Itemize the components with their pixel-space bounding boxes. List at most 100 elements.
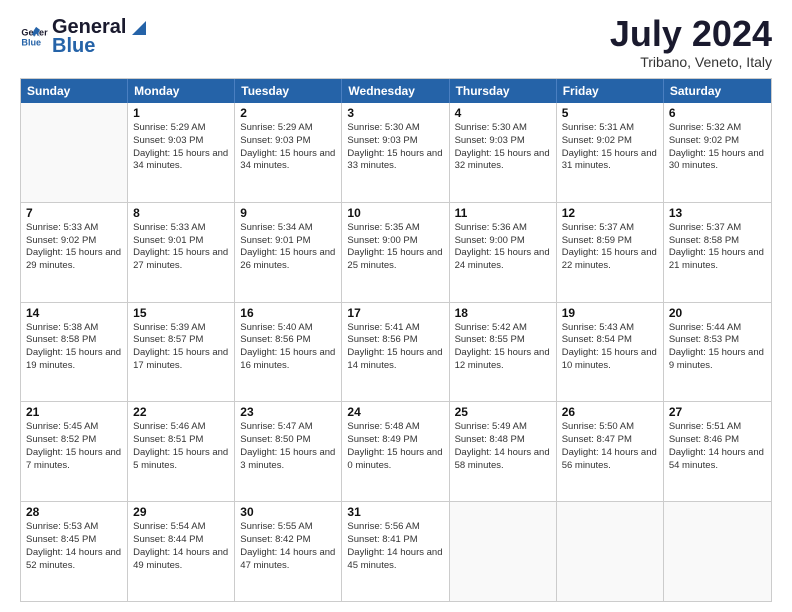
- day-number: 24: [347, 405, 443, 419]
- day-number: 15: [133, 306, 229, 320]
- day-number: 4: [455, 106, 551, 120]
- daylight-line: Daylight: 14 hours and 52 minutes.: [26, 547, 122, 573]
- sunrise-line: Sunrise: 5:30 AM: [455, 122, 551, 135]
- sunset-line: Sunset: 9:02 PM: [26, 235, 122, 248]
- cal-cell-0-3: 3 Sunrise: 5:30 AM Sunset: 9:03 PM Dayli…: [342, 103, 449, 202]
- cal-cell-2-4: 18 Sunrise: 5:42 AM Sunset: 8:55 PM Dayl…: [450, 303, 557, 402]
- daylight-line: Daylight: 15 hours and 12 minutes.: [455, 347, 551, 373]
- sunrise-line: Sunrise: 5:55 AM: [240, 521, 336, 534]
- header-monday: Monday: [128, 79, 235, 103]
- header-friday: Friday: [557, 79, 664, 103]
- daylight-line: Daylight: 15 hours and 29 minutes.: [26, 247, 122, 273]
- sunset-line: Sunset: 9:02 PM: [562, 135, 658, 148]
- day-number: 10: [347, 206, 443, 220]
- daylight-line: Daylight: 15 hours and 22 minutes.: [562, 247, 658, 273]
- daylight-line: Daylight: 15 hours and 25 minutes.: [347, 247, 443, 273]
- daylight-line: Daylight: 15 hours and 16 minutes.: [240, 347, 336, 373]
- sunset-line: Sunset: 8:50 PM: [240, 434, 336, 447]
- calendar-header: Sunday Monday Tuesday Wednesday Thursday…: [21, 79, 771, 103]
- daylight-line: Daylight: 15 hours and 17 minutes.: [133, 347, 229, 373]
- sunset-line: Sunset: 8:55 PM: [455, 334, 551, 347]
- sunset-line: Sunset: 8:46 PM: [669, 434, 766, 447]
- daylight-line: Daylight: 14 hours and 54 minutes.: [669, 447, 766, 473]
- day-number: 16: [240, 306, 336, 320]
- sunrise-line: Sunrise: 5:47 AM: [240, 421, 336, 434]
- sunrise-line: Sunrise: 5:32 AM: [669, 122, 766, 135]
- daylight-line: Daylight: 15 hours and 14 minutes.: [347, 347, 443, 373]
- cal-cell-0-5: 5 Sunrise: 5:31 AM Sunset: 9:02 PM Dayli…: [557, 103, 664, 202]
- sunset-line: Sunset: 9:03 PM: [455, 135, 551, 148]
- page: General Blue General Blue July 2024 Trib…: [0, 0, 792, 612]
- sunset-line: Sunset: 9:01 PM: [133, 235, 229, 248]
- sunrise-line: Sunrise: 5:48 AM: [347, 421, 443, 434]
- sunrise-line: Sunrise: 5:36 AM: [455, 222, 551, 235]
- cal-cell-0-4: 4 Sunrise: 5:30 AM Sunset: 9:03 PM Dayli…: [450, 103, 557, 202]
- sunrise-line: Sunrise: 5:54 AM: [133, 521, 229, 534]
- daylight-line: Daylight: 15 hours and 10 minutes.: [562, 347, 658, 373]
- day-number: 22: [133, 405, 229, 419]
- sunset-line: Sunset: 8:47 PM: [562, 434, 658, 447]
- sunset-line: Sunset: 9:00 PM: [347, 235, 443, 248]
- sunrise-line: Sunrise: 5:49 AM: [455, 421, 551, 434]
- sunset-line: Sunset: 8:58 PM: [26, 334, 122, 347]
- day-number: 11: [455, 206, 551, 220]
- cal-cell-1-1: 8 Sunrise: 5:33 AM Sunset: 9:01 PM Dayli…: [128, 203, 235, 302]
- sunrise-line: Sunrise: 5:42 AM: [455, 322, 551, 335]
- cal-cell-3-4: 25 Sunrise: 5:49 AM Sunset: 8:48 PM Dayl…: [450, 402, 557, 501]
- cal-cell-3-0: 21 Sunrise: 5:45 AM Sunset: 8:52 PM Dayl…: [21, 402, 128, 501]
- cal-cell-3-2: 23 Sunrise: 5:47 AM Sunset: 8:50 PM Dayl…: [235, 402, 342, 501]
- header-tuesday: Tuesday: [235, 79, 342, 103]
- sunrise-line: Sunrise: 5:33 AM: [26, 222, 122, 235]
- sunset-line: Sunset: 8:56 PM: [347, 334, 443, 347]
- daylight-line: Daylight: 15 hours and 5 minutes.: [133, 447, 229, 473]
- cal-cell-3-6: 27 Sunrise: 5:51 AM Sunset: 8:46 PM Dayl…: [664, 402, 771, 501]
- sunset-line: Sunset: 8:53 PM: [669, 334, 766, 347]
- sunset-line: Sunset: 9:00 PM: [455, 235, 551, 248]
- sunset-line: Sunset: 8:41 PM: [347, 534, 443, 547]
- day-number: 17: [347, 306, 443, 320]
- day-number: 12: [562, 206, 658, 220]
- daylight-line: Daylight: 15 hours and 21 minutes.: [669, 247, 766, 273]
- cal-cell-4-2: 30 Sunrise: 5:55 AM Sunset: 8:42 PM Dayl…: [235, 502, 342, 601]
- cal-cell-4-6: [664, 502, 771, 601]
- cal-cell-1-0: 7 Sunrise: 5:33 AM Sunset: 9:02 PM Dayli…: [21, 203, 128, 302]
- sunrise-line: Sunrise: 5:29 AM: [240, 122, 336, 135]
- sunrise-line: Sunrise: 5:43 AM: [562, 322, 658, 335]
- daylight-line: Daylight: 15 hours and 24 minutes.: [455, 247, 551, 273]
- day-number: 19: [562, 306, 658, 320]
- sunrise-line: Sunrise: 5:31 AM: [562, 122, 658, 135]
- day-number: 21: [26, 405, 122, 419]
- sunrise-line: Sunrise: 5:29 AM: [133, 122, 229, 135]
- daylight-line: Daylight: 15 hours and 0 minutes.: [347, 447, 443, 473]
- daylight-line: Daylight: 14 hours and 45 minutes.: [347, 547, 443, 573]
- sunset-line: Sunset: 8:44 PM: [133, 534, 229, 547]
- sunrise-line: Sunrise: 5:41 AM: [347, 322, 443, 335]
- cal-cell-4-0: 28 Sunrise: 5:53 AM Sunset: 8:45 PM Dayl…: [21, 502, 128, 601]
- day-number: 28: [26, 505, 122, 519]
- month-title: July 2024: [610, 16, 772, 52]
- cal-cell-2-5: 19 Sunrise: 5:43 AM Sunset: 8:54 PM Dayl…: [557, 303, 664, 402]
- cal-cell-3-1: 22 Sunrise: 5:46 AM Sunset: 8:51 PM Dayl…: [128, 402, 235, 501]
- sunset-line: Sunset: 8:59 PM: [562, 235, 658, 248]
- header-sunday: Sunday: [21, 79, 128, 103]
- header: General Blue General Blue July 2024 Trib…: [20, 16, 772, 70]
- day-number: 30: [240, 505, 336, 519]
- daylight-line: Daylight: 15 hours and 30 minutes.: [669, 148, 766, 174]
- cal-cell-3-3: 24 Sunrise: 5:48 AM Sunset: 8:49 PM Dayl…: [342, 402, 449, 501]
- logo-icon: General Blue: [20, 23, 48, 51]
- sunrise-line: Sunrise: 5:45 AM: [26, 421, 122, 434]
- cal-cell-1-5: 12 Sunrise: 5:37 AM Sunset: 8:59 PM Dayl…: [557, 203, 664, 302]
- cal-cell-2-0: 14 Sunrise: 5:38 AM Sunset: 8:58 PM Dayl…: [21, 303, 128, 402]
- daylight-line: Daylight: 15 hours and 32 minutes.: [455, 148, 551, 174]
- day-number: 31: [347, 505, 443, 519]
- svg-text:Blue: Blue: [21, 37, 41, 47]
- sunset-line: Sunset: 9:03 PM: [347, 135, 443, 148]
- day-number: 23: [240, 405, 336, 419]
- header-thursday: Thursday: [450, 79, 557, 103]
- day-number: 1: [133, 106, 229, 120]
- daylight-line: Daylight: 15 hours and 9 minutes.: [669, 347, 766, 373]
- cal-cell-2-6: 20 Sunrise: 5:44 AM Sunset: 8:53 PM Dayl…: [664, 303, 771, 402]
- daylight-line: Daylight: 14 hours and 47 minutes.: [240, 547, 336, 573]
- location: Tribano, Veneto, Italy: [610, 54, 772, 70]
- sunrise-line: Sunrise: 5:30 AM: [347, 122, 443, 135]
